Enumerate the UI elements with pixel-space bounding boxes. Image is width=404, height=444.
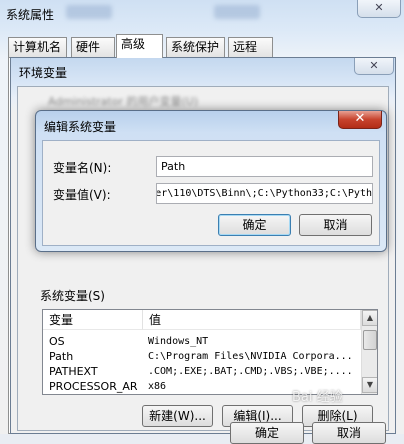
scroll-up-icon[interactable]: ▲ <box>362 310 377 326</box>
column-header-value[interactable]: 值 <box>143 310 361 330</box>
window-title: 环境变量 <box>19 66 68 80</box>
tab-remote[interactable]: 远程 <box>228 37 273 57</box>
cell-name: PROCESSOR_AR <box>49 380 138 393</box>
variable-value-label: 变量值(V): <box>53 188 111 202</box>
user-vars-label: Administrator 的用户变量(U) <box>48 95 199 108</box>
cell-value: Windows_NT <box>148 336 209 347</box>
ok-button[interactable]: 确定 <box>218 214 291 236</box>
system-vars-label: 系统变量(S) <box>40 289 105 303</box>
table-row[interactable]: PATHEXT .COM;.EXE;.BAT;.CMD;.VBS;.VBE;..… <box>43 364 361 379</box>
system-vars-table[interactable]: 变量 值 OS Windows_NT Path C:\Program Files… <box>42 309 378 395</box>
variable-value-text: er\110\DTS\Binn\;C:\Python33;C:\Pyth <box>156 188 372 199</box>
table-row[interactable]: OS Windows_NT <box>43 334 361 349</box>
ok-button[interactable]: 确定 <box>230 422 304 444</box>
column-header-name[interactable]: 变量 <box>43 310 143 330</box>
cancel-button[interactable]: 取消 <box>299 214 372 236</box>
edit-system-variable-dialog: 编辑系统变量 ✕ 变量名(N): Path 变量值(V): er\110\DTS… <box>35 110 387 252</box>
dialog-body: 变量名(N): Path 变量值(V): er\110\DTS\Binn\;C:… <box>42 140 380 246</box>
blurred-taskbar-item <box>66 5 112 19</box>
close-icon[interactable]: ✕ <box>354 58 394 75</box>
table-row[interactable]: Path C:\Program Files\NVIDIA Corpora... <box>43 349 361 364</box>
tab-system-protection[interactable]: 系统保护 <box>166 37 225 57</box>
window-title: 系统属性 <box>6 8 55 22</box>
cell-name: OS <box>49 335 65 348</box>
blurred-taskbar-item <box>214 5 260 19</box>
cell-value: .COM;.EXE;.BAT;.CMD;.VBS;.VBE;.... <box>148 366 353 377</box>
variable-name-label: 变量名(N): <box>53 161 112 175</box>
tab-computer-name[interactable]: 计算机名 <box>8 37 67 57</box>
dialog-title: 编辑系统变量 <box>44 120 117 134</box>
close-icon[interactable]: ✕ <box>357 0 401 18</box>
variable-name-field[interactable]: Path <box>156 156 373 177</box>
variable-value-field[interactable]: er\110\DTS\Binn\;C:\Python33;C:\Pyth <box>156 183 373 204</box>
tab-hardware[interactable]: 硬件 <box>71 37 115 57</box>
baidu-watermark: Bai 经验 <box>292 390 343 405</box>
close-icon[interactable]: ✕ <box>338 111 382 129</box>
cancel-button[interactable]: 取消 <box>312 422 386 444</box>
cell-name: PATHEXT <box>49 365 98 378</box>
cell-value: C:\Program Files\NVIDIA Corpora... <box>148 351 353 362</box>
new-variable-button[interactable]: 新建(W)... <box>142 405 213 427</box>
scrollbar-thumb[interactable] <box>363 330 377 350</box>
scroll-down-icon[interactable]: ▼ <box>362 377 377 393</box>
tab-advanced[interactable]: 高级 <box>116 34 163 58</box>
cell-name: Path <box>49 350 74 363</box>
vertical-scrollbar[interactable]: ▲ ▼ <box>361 310 377 394</box>
